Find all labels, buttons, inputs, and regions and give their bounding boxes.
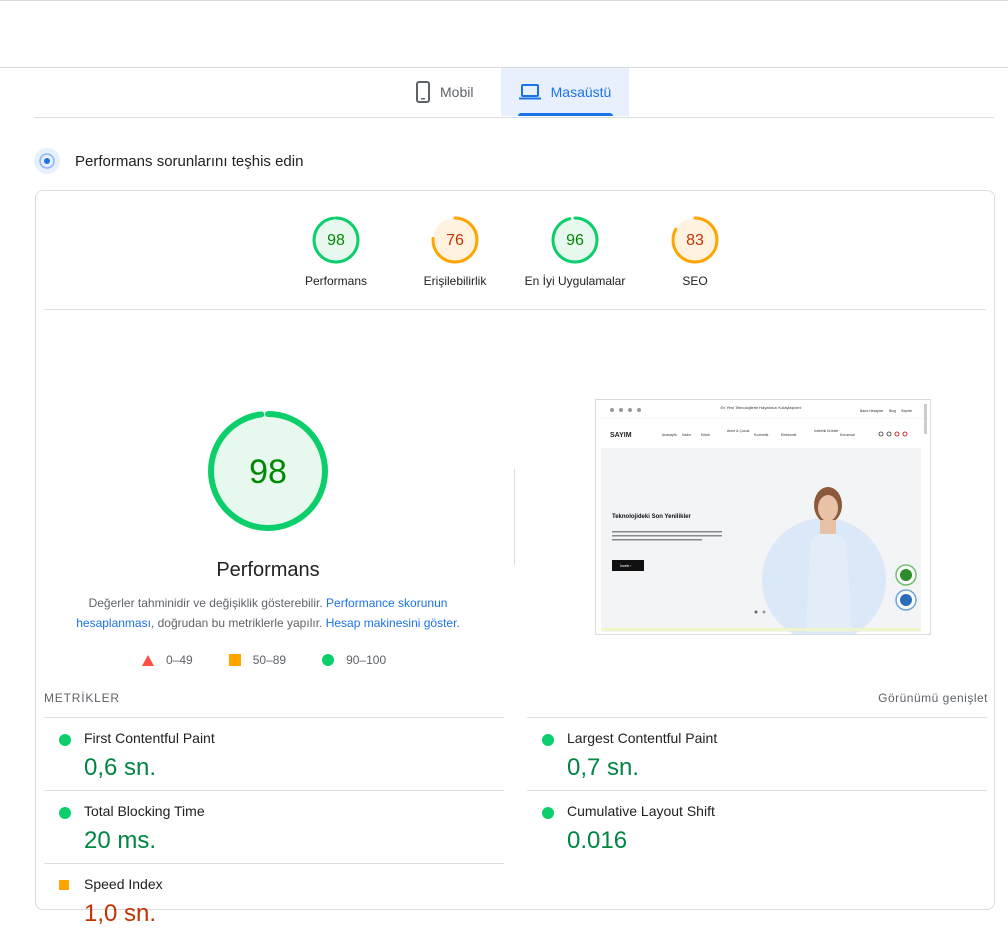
pass-dot-icon [542,734,554,746]
pass-dot-icon [59,807,71,819]
tab-mobile[interactable]: Mobil [416,68,506,116]
screenshot-link: Bana Hesaplar [860,409,884,413]
metric-name: First Contentful Paint [84,730,215,746]
screenshot-nav: Kurumsal [840,433,855,437]
metric-value: 0,6 sn. [84,754,157,781]
gauge-score: 83 [686,232,704,249]
metrics-header: METRİKLER Görünümü genişlet [44,691,988,705]
gauge-score: 76 [446,232,464,249]
metric-name: Speed Index [84,876,163,892]
legend-average: 50–89 [228,653,287,667]
metric-fcp: First Contentful Paint 0,6 sn. [44,717,504,790]
square-icon [228,654,241,666]
active-tab-indicator [518,113,613,116]
gauge-ring: 96 [551,216,599,264]
gauge-score: 98 [327,232,345,249]
screenshot-link: Blog [889,409,896,413]
legend-average-label: 50–89 [252,653,287,667]
screenshot-nav: İndirimli Ürünler [814,428,839,433]
legend-pass-label: 90–100 [346,653,387,667]
screenshot-image: En Yeni Teknolojilerle Hayatınızı Kolayl… [596,400,930,634]
performance-score-gauge: 98 [208,411,328,531]
metric-value: 1,0 sn. [84,900,157,927]
metric-name: Cumulative Layout Shift [567,803,715,819]
category-gauges: 98 Performans 76 Erişilebilirlik 96 En İ… [36,191,996,311]
metric-value: 20 ms. [84,827,157,854]
metric-name: Largest Contentful Paint [567,730,718,746]
metric-cls: Cumulative Layout Shift 0.016 [527,790,987,863]
screenshot-nav: Erkek [701,433,710,437]
gauge-label: SEO [682,274,708,288]
pass-dot-icon [59,734,71,746]
score-legend: 0–49 50–89 90–100 [142,653,422,667]
legend-pass: 90–100 [322,653,386,667]
gauge-label: Erişilebilirlik [423,274,487,288]
metrics-heading: METRİKLER [44,691,120,705]
performance-description: Değerler tahminidir ve değişiklik göster… [66,593,470,633]
screenshot-hero-button: İncele › [620,563,632,568]
smartphone-icon [416,81,430,103]
gauge-score: 96 [566,232,584,249]
screenshot-nav: Elektronik [781,433,797,437]
metric-tbt: Total Blocking Time 20 ms. [44,790,504,863]
metric-name: Total Blocking Time [84,803,205,819]
screenshot-nav: Anne & Çocuk [727,429,750,433]
vertical-divider [514,469,515,565]
section-title: Performans sorunlarını teşhis edin [75,152,304,170]
average-square-icon [59,880,69,890]
gauge-label: Performans [304,274,368,288]
screenshot-hero-title: Teknolojideki Son Yenilikler [612,514,691,520]
performance-score: 98 [249,453,287,491]
gauge-best-practices[interactable]: 96 En İyi Uygulamalar [515,215,635,288]
pass-dot-icon [542,807,554,819]
diagnose-icon [34,148,60,174]
tab-mobile-label: Mobil [440,84,474,100]
desc-text: , doğrudan bu metriklerle yapılır. [150,616,323,630]
gauge-performance[interactable]: 98 Performans [276,215,396,288]
gauge-ring: 98 [312,216,360,264]
gauge-label: En İyi Uygulamalar [524,274,626,288]
gauge-ring: 76 [431,216,479,264]
desc-text: . [456,616,460,630]
screenshot-nav: Anasayfa [662,433,677,437]
circle-icon [322,654,335,666]
section-header: Performans sorunlarını teşhis edin [34,148,303,174]
gauge-ring: 83 [671,216,719,264]
legend-fail: 0–49 [142,653,193,667]
screenshot-nav: Kadın [682,433,691,437]
triangle-icon [142,654,154,666]
metric-value: 0,7 sn. [567,754,640,781]
page-screenshot: En Yeni Teknolojilerle Hayatınızı Kolayl… [595,399,931,635]
screenshot-link: Sepete [901,409,912,413]
screenshot-announcement: En Yeni Teknolojilerle Hayatınızı Kolayl… [720,405,801,410]
divider [44,309,986,310]
top-bar [0,0,1008,68]
metric-value: 0.016 [567,827,628,854]
expand-view-button[interactable]: Görünümü genişlet [878,691,988,705]
desc-text: Değerler tahminidir ve değişiklik göster… [88,596,323,610]
gauge-accessibility[interactable]: 76 Erişilebilirlik [395,215,515,288]
metric-speed-index: Speed Index 1,0 sn. [44,863,504,936]
report-card: 98 Performans 76 Erişilebilirlik 96 En İ… [35,190,996,927]
tab-desktop-label: Masaüstü [550,84,612,100]
screenshot-nav: Kozmetik [754,433,769,437]
gauge-seo[interactable]: 83 SEO [635,215,755,288]
performance-title: Performans [216,559,320,581]
metric-lcp: Largest Contentful Paint 0,7 sn. [527,717,987,790]
laptop-icon [518,84,541,100]
screenshot-logo: SAYIM [610,432,632,439]
tab-desktop[interactable]: Masaüstü [501,68,629,116]
legend-fail-label: 0–49 [166,653,193,667]
device-tabs: Mobil Masaüstü [34,68,994,118]
calculator-link[interactable]: Hesap makinesini göster [326,616,457,630]
